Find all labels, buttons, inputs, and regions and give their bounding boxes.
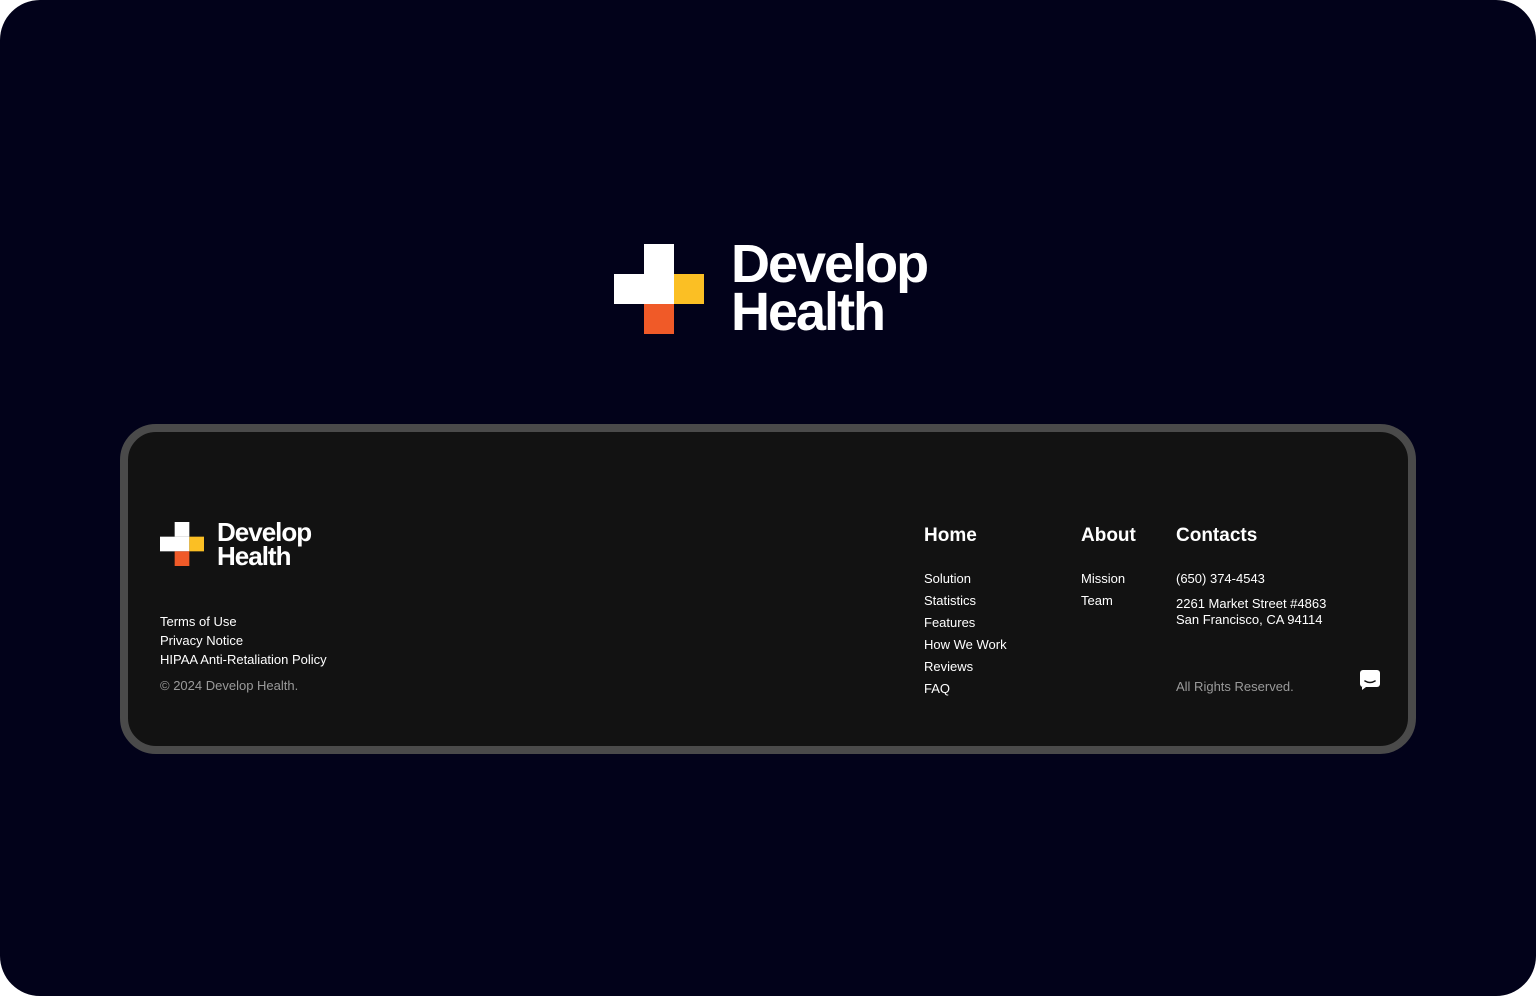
- footer-link-features[interactable]: Features: [924, 612, 1007, 634]
- home-heading: Home: [924, 525, 977, 546]
- footer-link-solution[interactable]: Solution: [924, 568, 1007, 590]
- hipaa-policy-link[interactable]: HIPAA Anti-Retaliation Policy: [160, 650, 327, 669]
- copyright-text: © 2024 Develop Health.: [160, 678, 299, 693]
- hero-logo: Develop Health: [614, 234, 944, 342]
- contact-phone-link[interactable]: (650) 374-4543: [1176, 568, 1326, 590]
- contact-address-line2: San Francisco, CA 94114: [1176, 612, 1323, 627]
- footer-link-how-we-work[interactable]: How We Work: [924, 634, 1007, 656]
- footer-logo[interactable]: Develop Health: [160, 519, 340, 571]
- footer-link-faq[interactable]: FAQ: [924, 678, 1007, 700]
- develop-health-mark-icon: [614, 244, 704, 334]
- about-heading: About: [1081, 525, 1136, 546]
- contacts-heading: Contacts: [1176, 525, 1258, 546]
- footer-link-mission[interactable]: Mission: [1081, 568, 1136, 590]
- privacy-notice-link[interactable]: Privacy Notice: [160, 631, 327, 650]
- footer-column-contacts: Contacts (650) 374-4543 2261 Market Stre…: [1176, 524, 1326, 628]
- hero-wordmark-line2: Health: [731, 282, 886, 342]
- footer-link-team[interactable]: Team: [1081, 590, 1136, 612]
- footer-link-reviews[interactable]: Reviews: [924, 656, 1007, 678]
- develop-health-mark-icon: [160, 522, 204, 566]
- rights-text: All Rights Reserved.: [1176, 679, 1294, 694]
- footer-column-about: About Mission Team: [1081, 524, 1136, 612]
- legal-links: Terms of Use Privacy Notice HIPAA Anti-R…: [160, 612, 327, 669]
- contact-address-line1: 2261 Market Street #4863: [1176, 596, 1327, 611]
- footer-wordmark-line2: Health: [217, 541, 291, 571]
- terms-of-use-link[interactable]: Terms of Use: [160, 612, 327, 631]
- footer-wordmark: Develop Health: [217, 519, 312, 571]
- footer-column-home: Home Solution Statistics Features How We…: [924, 524, 1007, 700]
- page-background: Develop Health Develop Health Terms of U…: [0, 0, 1536, 996]
- hero-wordmark: Develop Health: [731, 234, 929, 342]
- hero-wordmark-line1: Develop: [731, 234, 929, 294]
- site-footer: Develop Health Terms of Use Privacy Noti…: [120, 424, 1416, 754]
- chat-icon[interactable]: [1359, 669, 1381, 691]
- footer-link-statistics[interactable]: Statistics: [924, 590, 1007, 612]
